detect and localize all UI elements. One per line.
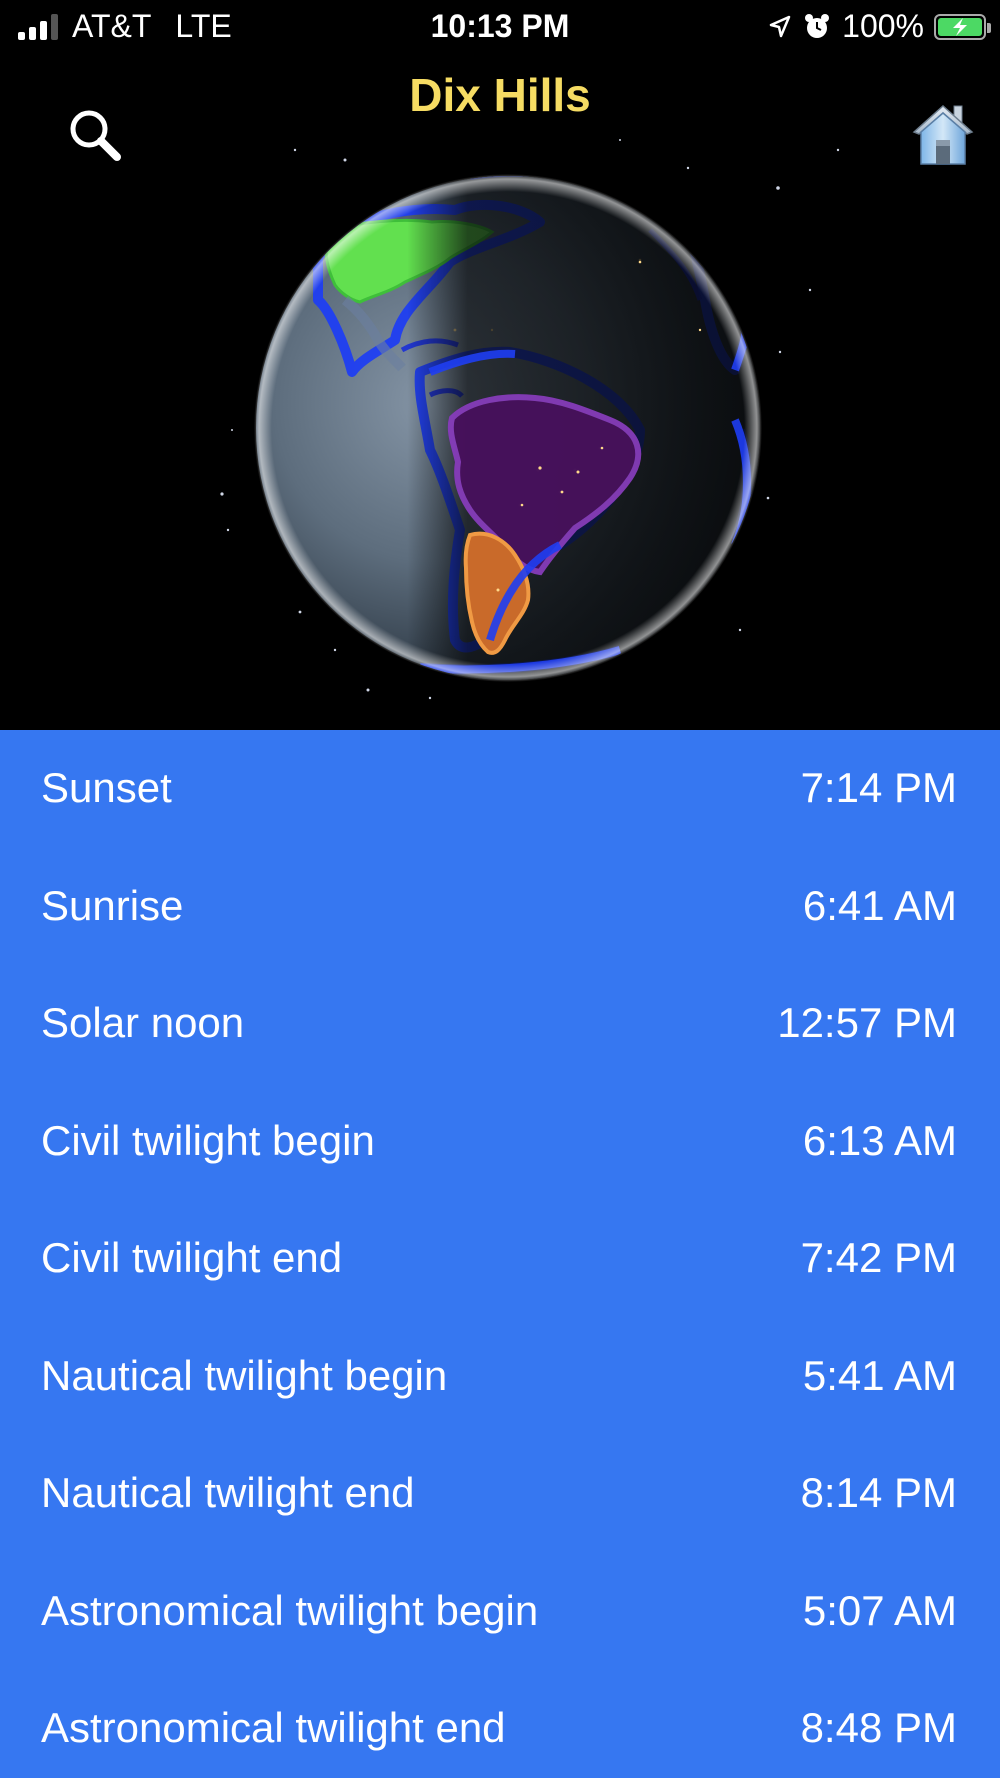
time-label: Sunrise bbox=[41, 881, 184, 929]
time-label: Solar noon bbox=[41, 999, 245, 1046]
time-value: 5:41 AM bbox=[802, 1351, 957, 1399]
time-value: 7:14 PM bbox=[800, 764, 957, 811]
time-label: Nautical twilight end bbox=[41, 1469, 415, 1516]
list-item[interactable]: Civil twilight begin 6:13 AM bbox=[0, 1083, 1000, 1201]
alarm-icon bbox=[805, 13, 830, 38]
search-icon bbox=[70, 110, 121, 161]
battery-icon bbox=[934, 13, 991, 40]
time-value: 12:57 PM bbox=[777, 999, 957, 1046]
list-item[interactable]: Astronomical twilight begin 5:07 AM bbox=[0, 1553, 1000, 1671]
time-label: Astronomical twilight begin bbox=[41, 1586, 539, 1634]
time-label: Civil twilight begin bbox=[41, 1116, 375, 1164]
search-button[interactable] bbox=[66, 106, 124, 164]
status-bar: AT&T LTE 10:13 PM 100% bbox=[0, 0, 1000, 56]
page-title: Dix Hills bbox=[409, 69, 591, 121]
list-item[interactable]: Sunrise 6:41 AM bbox=[0, 848, 1000, 966]
home-button[interactable] bbox=[910, 100, 976, 168]
list-item[interactable]: Civil twilight end 7:42 PM bbox=[0, 1200, 1000, 1318]
time-value: 6:13 AM bbox=[802, 1116, 957, 1164]
time-value: 8:14 PM bbox=[800, 1469, 957, 1516]
time-value: 8:48 PM bbox=[800, 1704, 957, 1751]
header-area: AT&T LTE 10:13 PM 100% Dix Hills bbox=[0, 0, 1000, 730]
time-value: 5:07 AM bbox=[802, 1586, 957, 1634]
battery-percent: 100% bbox=[842, 8, 924, 44]
time-label: Civil twilight end bbox=[41, 1234, 343, 1281]
list-item[interactable]: Solar noon 12:57 PM bbox=[0, 965, 1000, 1083]
time-value: 6:41 AM bbox=[802, 881, 957, 929]
status-right: 100% bbox=[768, 8, 991, 45]
list-item[interactable]: Sunset 7:14 PM bbox=[0, 730, 1000, 848]
list-item[interactable]: Nautical twilight begin 5:41 AM bbox=[0, 1318, 1000, 1436]
sun-times-list: Sunset 7:14 PM Sunrise 6:41 AM Solar noo… bbox=[0, 730, 1000, 1778]
time-label: Nautical twilight begin bbox=[41, 1351, 448, 1399]
home-icon bbox=[912, 104, 974, 165]
list-item[interactable]: Astronomical twilight end 8:48 PM bbox=[0, 1670, 1000, 1778]
time-label: Astronomical twilight end bbox=[41, 1704, 506, 1751]
time-value: 7:42 PM bbox=[800, 1234, 957, 1281]
list-item[interactable]: Nautical twilight end 8:14 PM bbox=[0, 1435, 1000, 1553]
time-label: Sunset bbox=[41, 764, 172, 811]
location-arrow-icon bbox=[769, 15, 791, 37]
